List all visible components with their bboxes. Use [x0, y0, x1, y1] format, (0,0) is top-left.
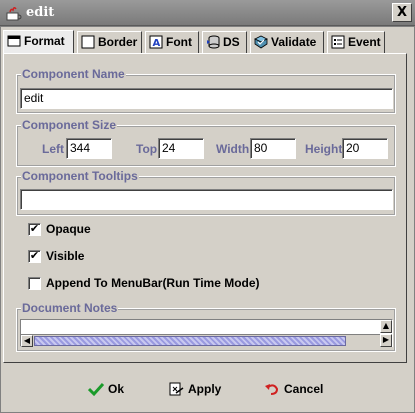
scroll-up-icon: ▲: [382, 321, 390, 330]
opaque-checkbox[interactable]: ✔: [28, 223, 41, 236]
component-name-legend: Component Name: [21, 67, 126, 81]
height-input[interactable]: 20: [342, 138, 388, 159]
visible-label: Visible: [46, 249, 85, 263]
tab-validate[interactable]: Validate: [250, 31, 324, 53]
component-tooltips-input[interactable]: [20, 189, 393, 210]
svg-text:A: A: [153, 38, 161, 49]
scroll-right-button[interactable]: ▶: [380, 334, 392, 347]
apply-button[interactable]: Apply: [168, 379, 238, 399]
close-button[interactable]: X: [392, 3, 412, 22]
tab-format-label: Format: [24, 34, 65, 48]
scroll-thumb[interactable]: [34, 336, 346, 346]
validate-icon: [254, 35, 268, 49]
tab-font[interactable]: A Font: [145, 31, 199, 53]
tab-format[interactable]: Format: [3, 30, 74, 54]
undo-icon: [265, 384, 279, 395]
tab-ds[interactable]: DS: [202, 31, 247, 53]
append-menubar-checkbox[interactable]: [28, 277, 41, 290]
component-size-legend: Component Size: [21, 118, 118, 132]
tab-border-label: Border: [98, 35, 138, 49]
app-icon: [6, 6, 22, 21]
opaque-label: Opaque: [46, 222, 91, 236]
cancel-label: Cancel: [284, 382, 324, 396]
document-notes-textarea[interactable]: ▲ ◀ ▶: [20, 319, 393, 347]
apply-icon: [169, 382, 184, 396]
ok-label: Ok: [108, 382, 125, 396]
font-icon: A: [149, 35, 163, 49]
scroll-left-icon: ◀: [23, 336, 31, 345]
horizontal-scrollbar[interactable]: ◀: [21, 334, 380, 347]
component-name-input[interactable]: edit: [20, 88, 393, 109]
apply-label: Apply: [188, 382, 222, 396]
scroll-up-button[interactable]: ▲: [380, 320, 392, 333]
ok-button[interactable]: Ok: [88, 379, 148, 399]
close-icon: X: [396, 5, 408, 20]
top-input[interactable]: 24: [158, 138, 204, 159]
left-input[interactable]: 344: [66, 138, 112, 159]
width-input[interactable]: 80: [250, 138, 296, 159]
tab-border[interactable]: Border: [77, 31, 142, 53]
border-icon: [81, 35, 95, 49]
visible-checkbox[interactable]: ✔: [28, 250, 41, 263]
window-title: edit: [26, 5, 55, 20]
checkmark-icon: [88, 382, 104, 397]
format-panel: Component Name edit Component Size Left …: [3, 53, 407, 363]
width-label: Width: [216, 142, 250, 156]
tab-ds-label: DS: [223, 35, 240, 49]
tab-event[interactable]: Event: [327, 31, 385, 53]
scroll-left-button[interactable]: ◀: [21, 335, 33, 347]
component-name-group: Component Name edit: [16, 67, 396, 114]
component-size-group: Component Size Left 344 Top 24 Width 80 …: [16, 118, 396, 167]
left-label: Left: [42, 142, 64, 156]
tab-validate-label: Validate: [271, 35, 317, 49]
document-notes-group: Document Notes ▲ ◀ ▶: [16, 301, 396, 352]
event-icon: [331, 35, 345, 49]
component-tooltips-group: Component Tooltips: [16, 169, 396, 216]
title-bar: edit X: [0, 0, 415, 26]
document-notes-legend: Document Notes: [21, 301, 119, 315]
tab-event-label: Event: [348, 35, 381, 49]
height-label: Height: [305, 142, 343, 156]
scroll-right-icon: ▶: [382, 335, 390, 344]
tab-font-label: Font: [166, 35, 192, 49]
append-menubar-label: Append To MenuBar(Run Time Mode): [46, 276, 260, 290]
cancel-button[interactable]: Cancel: [264, 379, 340, 399]
component-tooltips-legend: Component Tooltips: [21, 169, 139, 183]
top-label: Top: [136, 142, 158, 156]
format-icon: [7, 35, 21, 47]
datasource-icon: [207, 35, 220, 49]
